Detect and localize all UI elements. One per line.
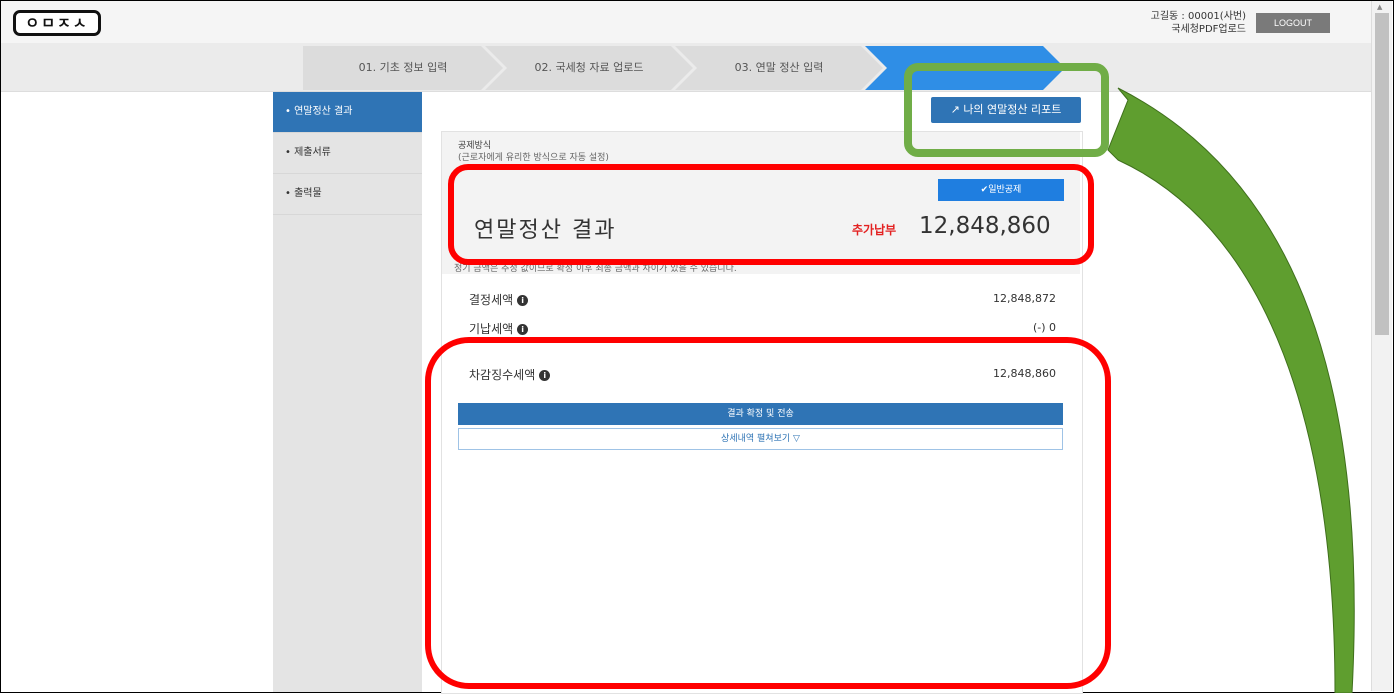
row-label-text: 결정세액 [469, 293, 514, 307]
user-info: 고길동 : 00001(사번) 국세청PDF업로드 [1141, 10, 1246, 36]
info-icon[interactable]: i [517, 295, 529, 306]
step-basic-info[interactable]: 01. 기초 정보 입력 [303, 46, 503, 90]
company-logo[interactable]: ㅇㅁㅈㅅ [13, 10, 101, 36]
sidebar-item-printouts[interactable]: • 출력물 [273, 174, 422, 215]
user-name-line: 고길동 : 00001(사번) [1150, 11, 1246, 22]
determined-tax-label: 결정세액 i [469, 291, 529, 308]
prepaid-tax-value: (-) 0 [1032, 321, 1056, 334]
report-button-highlight-box [904, 63, 1109, 157]
sidebar-item-result[interactable]: • 연말정산 결과 [273, 92, 422, 133]
result-highlight-box [448, 164, 1094, 265]
determined-tax-value: 12,848,872 [993, 292, 1056, 305]
vertical-scrollbar[interactable]: ▲ [1371, 1, 1392, 691]
prepaid-tax-label: 기납세액 i [469, 320, 529, 337]
step-nts-upload[interactable]: 02. 국세청 자료 업로드 [485, 46, 693, 90]
step-settlement-input[interactable]: 03. 연말 정산 입력 [675, 46, 883, 90]
sidebar: • 연말정산 결과 • 제출서류 • 출력물 [273, 92, 422, 692]
details-highlight-box [425, 337, 1111, 689]
scroll-thumb[interactable] [1375, 13, 1389, 335]
sidebar-item-documents[interactable]: • 제출서류 [273, 133, 422, 174]
deduction-method-subtitle: (근로자에게 유리한 방식으로 자동 설정) [458, 153, 609, 163]
row-label-text: 기납세액 [469, 322, 514, 336]
scroll-up-icon[interactable]: ▲ [1377, 3, 1382, 11]
logout-button[interactable]: LOGOUT [1256, 13, 1330, 33]
info-icon[interactable]: i [517, 324, 529, 335]
top-bar: ㅇㅁㅈㅅ 고길동 : 00001(사번) 국세청PDF업로드 LOGOUT [1, 1, 1371, 43]
user-menu-line[interactable]: 국세청PDF업로드 [1141, 23, 1246, 36]
